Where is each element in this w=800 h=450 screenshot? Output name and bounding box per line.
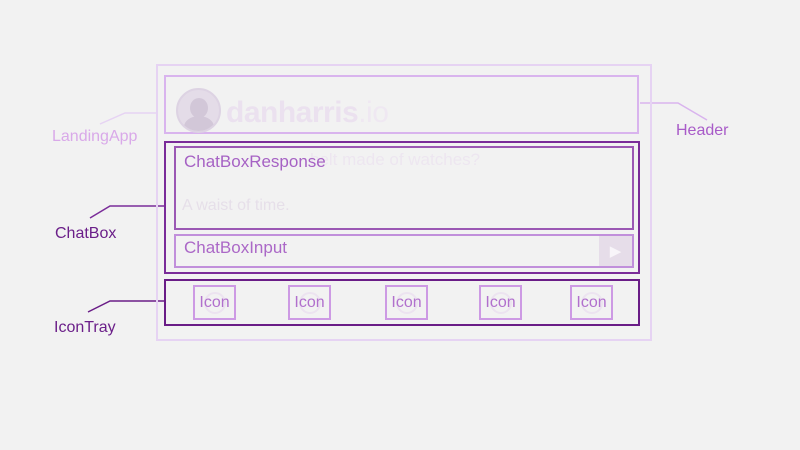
tray-icon-4[interactable]: Icon — [479, 285, 522, 320]
site-name: danharris — [226, 96, 359, 129]
tray-icon-label: Icon — [294, 293, 325, 311]
send-arrow-icon: ▶ — [609, 242, 622, 260]
header-label: Header — [676, 122, 729, 139]
chat-input-label: ChatBoxInput — [184, 238, 288, 257]
icontray-label: IconTray — [54, 319, 116, 336]
chat-question-text: belt made of watches? — [310, 150, 481, 169]
landing-callout-line — [99, 112, 156, 125]
chat-response-label: ChatBoxResponse — [184, 152, 326, 171]
landing-app-label: LandingApp — [52, 128, 138, 145]
chat-answer-text: A waist of time. — [182, 197, 290, 214]
tray-icon-3[interactable]: Icon — [385, 285, 428, 320]
chatbox-callout-line — [89, 205, 164, 219]
tray-icon-label: Icon — [485, 293, 516, 311]
send-button[interactable]: ▶ — [599, 236, 632, 266]
site-tld: .io — [358, 96, 389, 129]
chatbox-label: ChatBox — [55, 225, 117, 242]
avatar — [176, 88, 221, 133]
tray-icon-label: Icon — [391, 293, 422, 311]
icontray-callout-line — [87, 300, 164, 313]
avatar-body-shape — [184, 116, 214, 131]
tray-icon-5[interactable]: Icon — [570, 285, 613, 320]
site-logo-text: danharris.io — [226, 96, 389, 130]
tray-icon-2[interactable]: Icon — [288, 285, 331, 320]
tray-icon-1[interactable]: Icon — [193, 285, 236, 320]
tray-icon-label: Icon — [199, 293, 230, 311]
tray-icon-label: Icon — [576, 293, 607, 311]
avatar-head-shape — [190, 98, 208, 118]
